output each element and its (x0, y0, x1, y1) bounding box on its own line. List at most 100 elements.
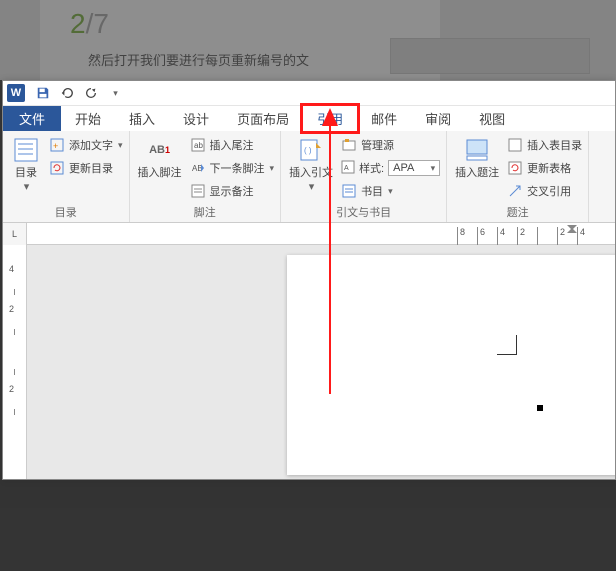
save-button[interactable] (33, 83, 53, 103)
bibliography-button[interactable]: 书目 ▾ (341, 181, 440, 201)
chevron-down-icon: ▾ (113, 88, 118, 99)
tab-home-label: 开始 (75, 109, 101, 128)
margin-mark (497, 335, 517, 355)
word-window: W ▾ 文件 开始 插入 设计 页面布局 引用 邮件 审阅 视图 (2, 80, 616, 480)
next-footnote-icon: AB (190, 160, 206, 176)
citation-style-select[interactable]: APA ▾ (388, 160, 440, 176)
endnote-icon: ab (190, 137, 206, 153)
undo-button[interactable] (57, 83, 77, 103)
tab-mailings[interactable]: 邮件 (357, 106, 411, 131)
document-canvas[interactable] (27, 245, 615, 479)
cross-reference-button[interactable]: 交叉引用 (507, 181, 582, 201)
ruler-tick: 4 (9, 264, 14, 274)
show-notes-button[interactable]: 显示备注 (190, 181, 275, 201)
titlebar: W ▾ (3, 81, 615, 106)
tab-layout-label: 页面布局 (237, 109, 289, 128)
qat-customize-button[interactable]: ▾ (105, 83, 125, 103)
tab-insert[interactable]: 插入 (115, 106, 169, 131)
table-of-figures-label: 插入表目录 (527, 137, 582, 153)
redo-button[interactable] (81, 83, 101, 103)
horizontal-ruler[interactable]: 8 6 4 2 2 4 (27, 223, 615, 244)
insert-citation-label: 插入引文 (289, 167, 333, 179)
add-text-button[interactable]: + 添加文字 ▾ (49, 135, 123, 155)
tab-stop-selector[interactable]: L (3, 223, 27, 245)
tab-file-label: 文件 (19, 109, 45, 128)
caption-icon (462, 135, 492, 165)
manage-sources-label: 管理源 (361, 137, 394, 153)
insert-footnote-button[interactable]: AB1 插入脚注 (136, 133, 184, 181)
insert-caption-label: 插入题注 (455, 167, 499, 179)
tab-view[interactable]: 视图 (465, 106, 519, 131)
show-notes-icon (190, 183, 206, 199)
tab-layout[interactable]: 页面布局 (223, 106, 303, 131)
next-footnote-button[interactable]: AB 下一条脚注▾ (190, 158, 275, 178)
update-table-label: 更新表格 (527, 160, 571, 176)
page[interactable] (287, 255, 615, 475)
update-toc-button[interactable]: 更新目录 (49, 158, 123, 178)
footnote-icon: AB1 (145, 135, 175, 165)
group-citations-label: 引文与书目 (287, 202, 440, 222)
svg-text:+: + (53, 141, 58, 151)
add-text-icon: + (49, 137, 65, 153)
svg-text:A: A (344, 165, 349, 172)
update-table-button[interactable]: 更新表格 (507, 158, 582, 178)
update-icon (49, 160, 65, 176)
tab-references[interactable]: 引用 (303, 106, 357, 131)
ruler-tick: 2 (9, 304, 14, 314)
style-value: APA (393, 162, 414, 174)
table-of-figures-icon (507, 137, 523, 153)
group-footnotes: AB1 插入脚注 ab 插入尾注 AB 下一条脚注▾ 显示备注 (130, 131, 282, 222)
dim-overlay-bottom (0, 480, 616, 571)
manage-sources-button[interactable]: 管理源 (341, 135, 440, 155)
ruler-mark (14, 369, 15, 375)
update-table-icon (507, 160, 523, 176)
redo-icon (84, 86, 98, 100)
group-toc-label: 目录 (9, 202, 123, 222)
svg-text:ab: ab (194, 141, 203, 150)
dim-overlay-top (0, 0, 616, 80)
ruler-mark (14, 409, 15, 415)
insert-citation-button[interactable]: ( ) 插入引文 ▾ (287, 133, 335, 195)
manage-sources-icon (341, 137, 357, 153)
svg-text:( ): ( ) (304, 146, 312, 155)
add-text-label: 添加文字 (69, 137, 113, 153)
cross-ref-label: 交叉引用 (527, 183, 571, 199)
tab-view-label: 视图 (479, 109, 505, 128)
vertical-ruler[interactable]: 4 2 2 (3, 245, 27, 479)
style-icon: A (341, 160, 355, 177)
bibliography-label: 书目 (361, 183, 383, 199)
tab-mailings-label: 邮件 (371, 109, 397, 128)
tab-review[interactable]: 审阅 (411, 106, 465, 131)
insert-endnote-button[interactable]: ab 插入尾注 (190, 135, 275, 155)
chevron-down-icon: ▾ (24, 181, 30, 193)
tab-file[interactable]: 文件 (3, 106, 61, 131)
group-captions-label: 题注 (453, 202, 582, 222)
insert-footnote-label: 插入脚注 (138, 167, 182, 179)
tab-references-label: 引用 (317, 109, 343, 128)
ribbon: 目录 ▾ + 添加文字 ▾ 更新目录 目录 (3, 131, 615, 223)
ruler-area: L 8 6 4 2 2 4 (3, 223, 615, 245)
cross-ref-icon (507, 183, 523, 199)
chevron-down-icon: ▾ (388, 186, 393, 197)
tab-insert-label: 插入 (129, 109, 155, 128)
ruler-tick: 2 (9, 384, 14, 394)
update-toc-label: 更新目录 (69, 160, 113, 176)
table-of-figures-button[interactable]: 插入表目录 (507, 135, 582, 155)
ruler-mark (14, 289, 15, 295)
tab-review-label: 审阅 (425, 109, 451, 128)
tab-design[interactable]: 设计 (169, 106, 223, 131)
ab-sup: 1 (165, 145, 170, 155)
bibliography-icon (341, 183, 357, 199)
chevron-down-icon: ▾ (118, 140, 123, 151)
ribbon-tabs: 文件 开始 插入 设计 页面布局 引用 邮件 审阅 视图 (3, 106, 615, 131)
tab-home[interactable]: 开始 (61, 106, 115, 131)
citation-icon: ( ) (296, 135, 326, 165)
group-footnotes-label: 脚注 (136, 202, 275, 222)
style-label: 样式: (359, 160, 384, 176)
insert-caption-button[interactable]: 插入题注 (453, 133, 501, 181)
ruler-mark (14, 329, 15, 335)
group-toc: 目录 ▾ + 添加文字 ▾ 更新目录 目录 (3, 131, 130, 222)
tab-design-label: 设计 (183, 109, 209, 128)
toc-button[interactable]: 目录 ▾ (9, 133, 43, 195)
indent-marker[interactable] (567, 223, 577, 233)
